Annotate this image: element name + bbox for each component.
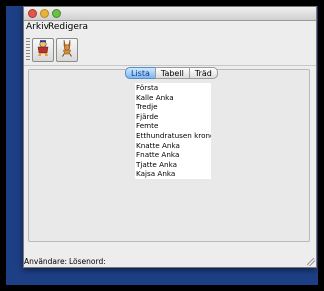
menu-arkiv[interactable]: Arkiv: [26, 22, 49, 32]
tab-tabell[interactable]: Tabell: [154, 67, 190, 79]
tab-lista[interactable]: Lista: [125, 67, 156, 79]
minimize-window-button[interactable]: [40, 9, 49, 18]
toolbar-grip-handle[interactable]: [26, 38, 30, 62]
menu-bar: Arkiv Redigera: [24, 21, 316, 35]
list-item[interactable]: Tjatte Anka: [136, 160, 211, 170]
status-password-label: Lösenord:: [69, 257, 106, 266]
content-panel: Lista Tabell Träd Första Kalle Anka Tred…: [28, 67, 310, 242]
maximize-window-button[interactable]: [52, 9, 61, 18]
menu-redigera[interactable]: Redigera: [48, 22, 88, 32]
app-window: Arkiv Redigera Lista Tabell Träd Första …: [23, 6, 317, 268]
list-item[interactable]: Etthundratusen kronor: [136, 131, 211, 141]
list-item[interactable]: Femte: [136, 121, 211, 131]
bunny-tool-button[interactable]: [56, 38, 78, 62]
toolbar: [24, 36, 316, 66]
list-item[interactable]: Fjärde: [136, 112, 211, 122]
view-tabs: Lista Tabell Träd: [125, 67, 218, 80]
status-user-label: Användare:: [24, 257, 68, 266]
resize-handle-icon[interactable]: [307, 258, 315, 266]
bunny-icon: [59, 39, 75, 61]
names-list[interactable]: Första Kalle Anka Tredje Fjärde Femte Et…: [135, 83, 211, 179]
list-item[interactable]: Första: [136, 83, 211, 93]
list-item[interactable]: Knatte Anka: [136, 141, 211, 151]
title-bar[interactable]: [24, 7, 316, 21]
list-item[interactable]: Tredje: [136, 102, 211, 112]
status-bar: Användare: Lösenord:: [24, 257, 316, 267]
list-item[interactable]: Kalle Anka: [136, 93, 211, 103]
duck-icon: [35, 39, 51, 61]
list-item[interactable]: Fnatte Anka: [136, 150, 211, 160]
list-item[interactable]: Kajsa Anka: [136, 169, 211, 179]
tab-trad[interactable]: Träd: [188, 67, 218, 79]
duck-tool-button[interactable]: [32, 38, 54, 62]
close-window-button[interactable]: [28, 9, 37, 18]
